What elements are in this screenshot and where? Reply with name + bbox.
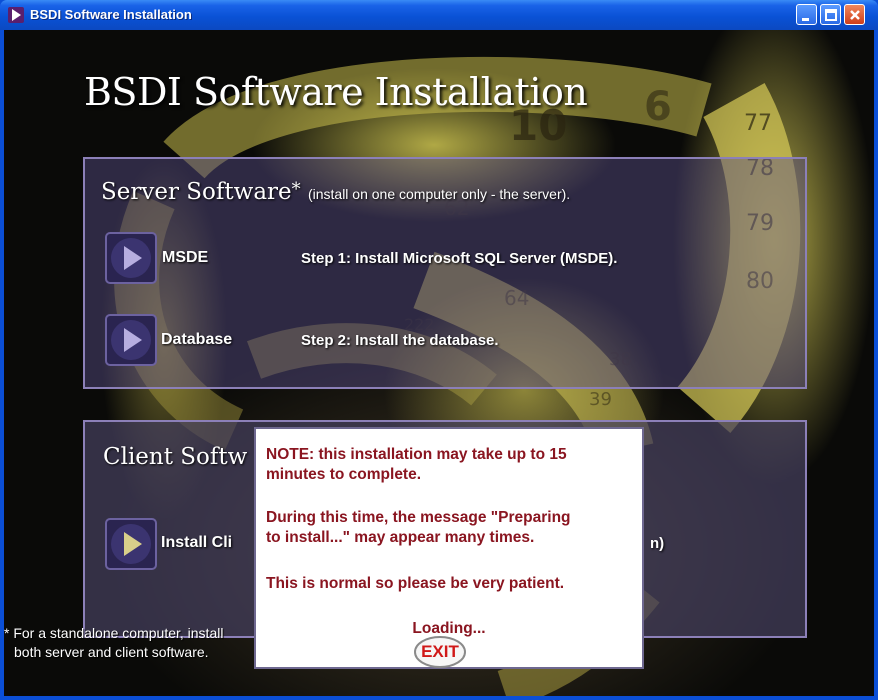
footnote-line-2: both server and client software. bbox=[14, 644, 209, 660]
database-step-text: Step 2: Install the database. bbox=[301, 332, 499, 349]
client-panel-heading: Client Softw bbox=[103, 444, 248, 470]
installer-window: BSDI Software Installation 10 6 77 78 79… bbox=[0, 0, 878, 700]
maximize-icon bbox=[825, 9, 837, 21]
install-client-label[interactable]: Install Cli bbox=[161, 534, 232, 552]
msde-label[interactable]: MSDE bbox=[162, 249, 208, 267]
title-bar[interactable]: BSDI Software Installation bbox=[0, 0, 878, 30]
msde-play-button[interactable] bbox=[105, 232, 157, 284]
installation-note-dialog: NOTE: this installation may take up to 1… bbox=[254, 427, 644, 669]
footnote-line-1: * For a standalone computer, install bbox=[4, 625, 224, 641]
tape-mark-77: 77 bbox=[744, 111, 772, 136]
dialog-note-line-2: minutes to complete. bbox=[266, 466, 422, 483]
server-panel-heading: Server Software* (install on one compute… bbox=[101, 179, 570, 205]
tape-mark-39: 39 bbox=[589, 389, 612, 410]
install-client-play-button[interactable] bbox=[105, 518, 157, 570]
dialog-note-line-5: This is normal so please be very patient… bbox=[266, 575, 565, 592]
msde-step-text: Step 1: Install Microsoft SQL Server (MS… bbox=[301, 250, 618, 267]
server-heading-text: Server Software bbox=[101, 179, 292, 205]
database-play-button[interactable] bbox=[105, 314, 157, 366]
exit-label[interactable]: EXIT bbox=[413, 635, 467, 669]
dialog-note-line-1: NOTE: this installation may take up to 1… bbox=[266, 446, 567, 463]
minimize-icon bbox=[802, 18, 809, 21]
database-label[interactable]: Database bbox=[161, 331, 232, 349]
close-icon bbox=[850, 10, 860, 20]
footnote-star: * bbox=[291, 179, 301, 200]
client-step-fragment: n) bbox=[650, 535, 665, 552]
tape-mark-6: 6 bbox=[644, 84, 672, 130]
server-panel-note: (install on one computer only - the serv… bbox=[307, 186, 571, 202]
app-play-icon bbox=[8, 7, 24, 23]
server-software-panel: Server Software* (install on one compute… bbox=[83, 157, 807, 389]
installer-content: 10 6 77 78 79 80 62 64 38 39 222 BSDI So… bbox=[4, 30, 874, 696]
standalone-footnote: * For a standalone computer, install bot… bbox=[4, 624, 223, 662]
close-button[interactable] bbox=[844, 4, 865, 25]
page-title: BSDI Software Installation bbox=[84, 70, 588, 114]
dialog-note-line-3: During this time, the message "Preparing bbox=[266, 509, 571, 526]
window-title: BSDI Software Installation bbox=[30, 7, 192, 22]
exit-button[interactable]: EXIT bbox=[413, 635, 467, 669]
dialog-note-line-4: to install..." may appear many times. bbox=[266, 529, 535, 546]
minimize-button[interactable] bbox=[796, 4, 817, 25]
maximize-button[interactable] bbox=[820, 4, 841, 25]
